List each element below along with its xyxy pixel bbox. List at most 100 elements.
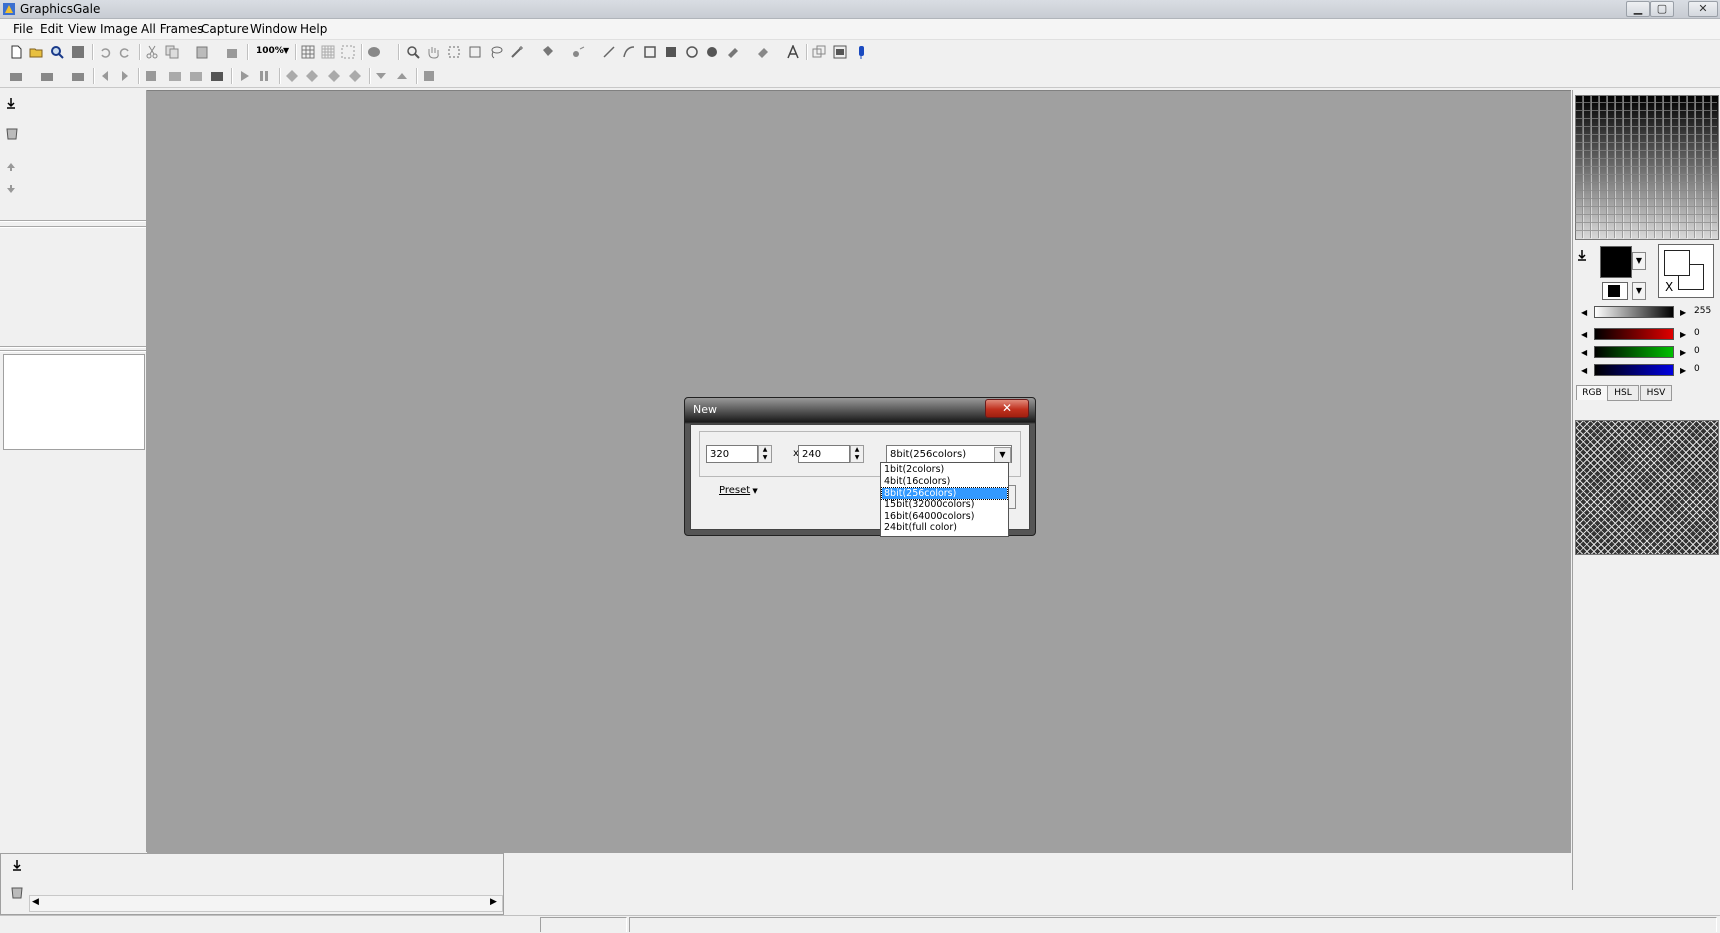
play-icon[interactable]	[237, 69, 251, 83]
eraser-icon[interactable]	[756, 45, 770, 59]
delete-icon[interactable]	[225, 45, 239, 59]
menu-all-frames[interactable]: All Frames	[141, 22, 203, 36]
frame-icon[interactable]	[833, 45, 847, 59]
red-slider[interactable]	[1594, 328, 1674, 340]
fill-icon[interactable]	[540, 45, 554, 59]
preset-button[interactable]: Preset ▼	[719, 485, 758, 496]
magic-wand-icon[interactable]	[510, 45, 524, 59]
option-8bit[interactable]: 8bit(256colors)	[881, 487, 1008, 500]
green-slider[interactable]	[1594, 346, 1674, 358]
free-select-icon[interactable]	[468, 45, 482, 59]
layer-merge-icon[interactable]	[71, 69, 85, 83]
menu-help[interactable]: Help	[300, 22, 327, 36]
menu-file[interactable]: File	[13, 22, 33, 36]
rect-select-icon[interactable]	[447, 45, 461, 59]
trash-icon[interactable]	[5, 126, 19, 143]
filled-ellipse-icon[interactable]	[705, 45, 719, 59]
bottom-trash-icon[interactable]	[10, 885, 24, 902]
tab-rgb[interactable]: RGB	[1576, 385, 1608, 400]
color-depth-select[interactable]: 8bit(256colors) ▼	[886, 445, 1012, 463]
zoom-dropdown-icon[interactable]: ▼	[283, 46, 289, 55]
menu-capture[interactable]: Capture	[201, 22, 249, 36]
pixel-grid-icon[interactable]	[321, 45, 335, 59]
scroll-right-icon[interactable]: ▶	[490, 897, 497, 907]
hand-icon[interactable]	[426, 45, 440, 59]
redo-icon[interactable]	[118, 45, 132, 59]
save-icon[interactable]	[71, 45, 85, 59]
window-icon[interactable]	[812, 45, 826, 59]
layer-effect-icon[interactable]	[348, 69, 362, 83]
ok-button[interactable]	[1009, 485, 1016, 509]
new-file-icon[interactable]	[9, 45, 23, 59]
option-4bit[interactable]: 4bit(16colors)	[882, 476, 1007, 487]
prev-frame-icon[interactable]	[98, 69, 112, 83]
chevron-down-icon[interactable]: ▼	[994, 447, 1011, 463]
background-swatch-front[interactable]	[1664, 250, 1690, 276]
palette-pin-icon[interactable]	[1577, 250, 1587, 265]
blue-right-arrow-icon[interactable]: ▶	[1680, 366, 1686, 375]
height-spinner[interactable]: ▲ ▼	[850, 445, 864, 463]
minimize-button[interactable]: ▁	[1626, 1, 1650, 17]
zoom-tool-icon[interactable]	[406, 45, 420, 59]
layer-add-icon[interactable]	[285, 69, 299, 83]
resize-icon[interactable]	[341, 45, 355, 59]
zoom-level[interactable]: 100%	[256, 46, 284, 56]
brush-icon[interactable]	[726, 45, 740, 59]
secondary-dropdown-icon[interactable]: ▼	[1632, 282, 1646, 300]
foreground-dropdown-icon[interactable]: ▼	[1632, 252, 1646, 270]
horizontal-scrollbar[interactable]: ◀ ▶	[29, 895, 503, 912]
open-folder-icon[interactable]	[29, 45, 43, 59]
spray-icon[interactable]	[572, 45, 586, 59]
frame-copy-icon[interactable]	[168, 69, 182, 83]
option-24bit[interactable]: 24bit(full color)	[882, 522, 1007, 533]
frame-delete-icon[interactable]	[210, 69, 224, 83]
width-spinner[interactable]: ▲ ▼	[758, 445, 772, 463]
menu-image[interactable]: Image	[100, 22, 138, 36]
gray-right-arrow-icon[interactable]: ▶	[1680, 308, 1686, 317]
next-frame-icon[interactable]	[118, 69, 132, 83]
move-down-icon[interactable]	[374, 69, 388, 83]
arrow-down-icon[interactable]	[6, 184, 16, 197]
cut-icon[interactable]	[145, 45, 159, 59]
close-window-button[interactable]: ✕	[1688, 1, 1718, 17]
lasso-icon[interactable]	[489, 45, 503, 59]
height-field[interactable]: 240	[798, 445, 850, 463]
foreground-color-swatch[interactable]	[1600, 246, 1632, 278]
undo-icon[interactable]	[98, 45, 112, 59]
option-1bit[interactable]: 1bit(2colors)	[882, 464, 1007, 475]
scroll-left-icon[interactable]: ◀	[32, 897, 39, 907]
text-icon[interactable]	[786, 44, 800, 59]
curve-icon[interactable]	[622, 45, 636, 59]
option-15bit[interactable]: 15bit(32000colors)	[882, 499, 1007, 510]
frame-paste-icon[interactable]	[189, 69, 203, 83]
menu-window[interactable]: Window	[250, 22, 297, 36]
layer-remove-icon[interactable]	[327, 69, 341, 83]
blue-slider[interactable]	[1594, 364, 1674, 376]
dialog-close-button[interactable]: ✕	[985, 399, 1029, 418]
maximize-button[interactable]: ▢	[1650, 1, 1674, 17]
blue-left-arrow-icon[interactable]: ◀	[1581, 366, 1587, 375]
gray-left-arrow-icon[interactable]: ◀	[1581, 308, 1587, 317]
layer-stack-icon[interactable]	[305, 69, 319, 83]
grid-icon[interactable]	[301, 45, 315, 59]
layer-copy-icon[interactable]	[40, 69, 54, 83]
layer-new-icon[interactable]	[9, 69, 23, 83]
green-left-arrow-icon[interactable]: ◀	[1581, 348, 1587, 357]
menu-view[interactable]: View	[68, 22, 96, 36]
move-up-icon[interactable]	[395, 69, 409, 83]
gray-slider[interactable]	[1594, 306, 1674, 318]
paste-icon[interactable]	[195, 45, 209, 59]
filled-rectangle-icon[interactable]	[664, 45, 678, 59]
pen-icon[interactable]	[854, 45, 868, 59]
ellipse-icon[interactable]	[685, 45, 699, 59]
bottom-pin-icon[interactable]	[12, 860, 22, 875]
red-left-arrow-icon[interactable]: ◀	[1581, 330, 1587, 339]
width-field[interactable]: 320	[706, 445, 758, 463]
layer-properties-icon[interactable]	[422, 69, 436, 83]
menu-edit[interactable]: Edit	[40, 22, 63, 36]
pause-icon[interactable]	[257, 69, 271, 83]
arrow-up-icon[interactable]	[6, 162, 16, 175]
palette-icon[interactable]	[367, 45, 381, 59]
pin-icon[interactable]	[6, 98, 16, 113]
green-right-arrow-icon[interactable]: ▶	[1680, 348, 1686, 357]
